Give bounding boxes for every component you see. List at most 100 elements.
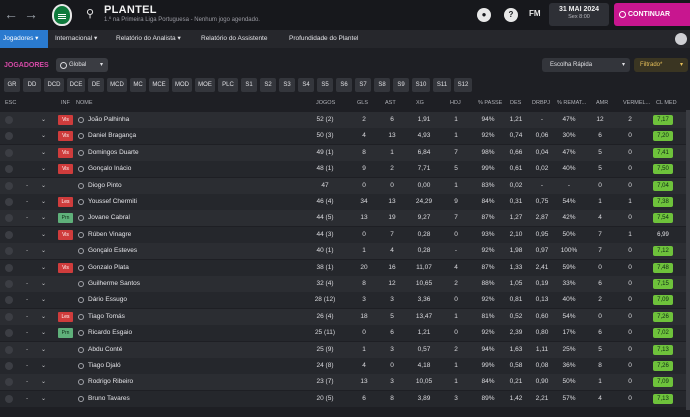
view-tab-s8[interactable]: S8 bbox=[374, 78, 390, 92]
player-name[interactable]: Gonçalo Esteves bbox=[88, 243, 137, 259]
table-row[interactable]: - ⌄ Gonçalo Esteves 40 (1) 1 4 0,28 - 92% 1,98 0,9… bbox=[0, 243, 686, 260]
column-header[interactable]: DES bbox=[510, 96, 521, 110]
chevron-down-icon[interactable]: ⌄ bbox=[41, 309, 46, 325]
table-row[interactable]: ⌄ Vis Domingos Duarte 49 (1) 8 1 6,84 7 98% 0,66 0… bbox=[0, 144, 686, 161]
continue-button[interactable]: CONTINUAR bbox=[614, 3, 690, 26]
table-row[interactable]: ⌄ Vis João Palhinha 52 (2) 2 6 1,91 1 94% 1,21 - 47… bbox=[0, 112, 686, 128]
select-radio[interactable] bbox=[5, 296, 13, 305]
menu-relatorio-analista[interactable]: Relatório do Analista ▾ bbox=[116, 30, 181, 48]
chevron-down-icon[interactable]: ⌄ bbox=[41, 161, 46, 177]
column-header[interactable]: XG bbox=[416, 96, 424, 110]
view-tab-plc[interactable]: PLC bbox=[218, 78, 238, 92]
scope-selector[interactable]: Global ▾ bbox=[56, 58, 108, 72]
view-tab-mcd[interactable]: MCD bbox=[107, 78, 127, 92]
select-radio[interactable] bbox=[5, 394, 13, 403]
view-tab-s5[interactable]: S5 bbox=[317, 78, 333, 92]
select-radio[interactable] bbox=[5, 214, 13, 223]
table-row[interactable]: - ⌄ Abdu Conté 25 (9) 1 3 0,57 2 94% 1,63 1,11 25% 5… bbox=[0, 341, 686, 358]
chevron-down-icon[interactable]: ⌄ bbox=[41, 227, 46, 243]
player-name[interactable]: Domingos Duarte bbox=[88, 145, 139, 161]
player-name[interactable]: Tiago Djaló bbox=[88, 358, 121, 374]
select-radio[interactable] bbox=[5, 181, 13, 190]
view-tab-mc[interactable]: MC bbox=[130, 78, 146, 92]
chevron-down-icon[interactable]: ⌄ bbox=[41, 358, 46, 374]
select-radio[interactable] bbox=[5, 165, 13, 174]
table-row[interactable]: - ⌄ Tiago Djaló 24 (8) 4 0 4,18 1 99% 0,58 0,08 36%… bbox=[0, 358, 686, 374]
player-name[interactable]: Gonçalo Inácio bbox=[88, 161, 131, 177]
column-header[interactable]: CL MED bbox=[656, 96, 677, 110]
view-tab-dd[interactable]: DD bbox=[23, 78, 41, 92]
select-radio[interactable] bbox=[5, 280, 13, 288]
select-radio[interactable] bbox=[5, 378, 13, 387]
column-header[interactable]: NOME bbox=[76, 96, 93, 110]
select-radio[interactable] bbox=[5, 148, 13, 157]
column-header[interactable]: % PASSE bbox=[478, 96, 502, 110]
column-header[interactable]: DRBPJ bbox=[532, 96, 550, 110]
help-icon[interactable]: ? bbox=[504, 8, 518, 22]
view-tab-s9[interactable]: S9 bbox=[393, 78, 409, 92]
view-tab-s10[interactable]: S10 bbox=[412, 78, 430, 92]
view-tab-mce[interactable]: MCE bbox=[149, 78, 169, 92]
menu-relatorio-assistente[interactable]: Relatório do Assistente bbox=[201, 30, 267, 48]
menu-profundidade[interactable]: Profundidade do Plantel bbox=[289, 30, 358, 48]
chevron-down-icon[interactable]: ⌄ bbox=[41, 145, 46, 161]
column-header[interactable]: HDJ bbox=[450, 96, 461, 110]
chevron-down-icon[interactable]: ⌄ bbox=[41, 325, 46, 341]
player-name[interactable]: Youssef Chermiti bbox=[88, 194, 137, 210]
chevron-down-icon[interactable]: ⌄ bbox=[41, 128, 46, 144]
view-tab-dce[interactable]: DCE bbox=[67, 78, 85, 92]
player-name[interactable]: Ricardo Esgaio bbox=[88, 325, 132, 341]
view-tab-mod[interactable]: MOD bbox=[172, 78, 192, 92]
table-row[interactable]: - ⌄ Rodrigo Ribeiro 23 (7) 13 3 10,05 1 84% 0,21 0… bbox=[0, 374, 686, 391]
column-header[interactable]: AST bbox=[385, 96, 396, 110]
player-name[interactable]: Guilherme Santos bbox=[88, 276, 140, 292]
select-radio[interactable] bbox=[5, 116, 13, 124]
view-tab-gr[interactable]: GR bbox=[4, 78, 20, 92]
chevron-down-icon[interactable]: ⌄ bbox=[41, 276, 46, 292]
view-tab-s6[interactable]: S6 bbox=[336, 78, 352, 92]
settings-icon[interactable] bbox=[675, 33, 687, 45]
view-tab-s12[interactable]: S12 bbox=[454, 78, 472, 92]
table-row[interactable]: - ⌄ Prn Jovane Cabral 44 (5) 13 19 9,27 7 87% 1,27… bbox=[0, 210, 686, 227]
select-radio[interactable] bbox=[5, 345, 13, 354]
column-header[interactable]: INF bbox=[61, 96, 70, 110]
column-header[interactable]: JOGOS bbox=[316, 96, 335, 110]
view-tab-s11[interactable]: S11 bbox=[433, 78, 451, 92]
back-arrow-icon[interactable]: ← bbox=[4, 6, 18, 22]
table-row[interactable]: ⌄ Vis Rúben Vinagre 44 (3) 0 7 0,28 0 93% 2,10 0,9… bbox=[0, 226, 686, 243]
table-row[interactable]: ⌄ Vis Daniel Bragança 50 (3) 4 13 4,93 1 92% 0,74… bbox=[0, 128, 686, 145]
player-name[interactable]: Rúben Vinagre bbox=[88, 227, 131, 243]
view-tab-de[interactable]: DE bbox=[88, 78, 104, 92]
player-name[interactable]: Dário Essugo bbox=[88, 292, 127, 308]
column-header[interactable]: VERMEL... bbox=[623, 96, 650, 110]
search-icon[interactable]: ⚲ bbox=[86, 7, 94, 20]
scrollbar[interactable] bbox=[686, 110, 690, 410]
table-row[interactable]: - ⌄ Dário Essugo 28 (12) 3 3 3,36 0 92% 0,81 0,13 4… bbox=[0, 292, 686, 309]
chevron-down-icon[interactable]: ⌄ bbox=[41, 260, 46, 276]
football-icon[interactable]: ● bbox=[477, 8, 491, 22]
player-name[interactable]: Gonzalo Plata bbox=[88, 260, 129, 276]
table-row[interactable]: - ⌄ Les Youssef Chermiti 46 (4) 34 13 24,29 9 84%… bbox=[0, 194, 686, 210]
column-header[interactable]: AMR bbox=[596, 96, 608, 110]
player-name[interactable]: Bruno Tavares bbox=[88, 391, 130, 407]
table-row[interactable]: ⌄ Vis Gonzalo Plata 38 (1) 20 16 11,07 4 87% 1,33… bbox=[0, 259, 686, 276]
table-row[interactable]: - ⌄ Diogo Pinto 47 0 0 0,00 1 83% 0,02 - - 0 0 7,04 bbox=[0, 177, 686, 194]
date-display[interactable]: 31 MAI 2024 Sex 8:00 bbox=[549, 3, 609, 26]
menu-jogadores[interactable]: Jogadores ▾ bbox=[0, 30, 48, 48]
view-tab-s7[interactable]: S7 bbox=[355, 78, 371, 92]
chevron-down-icon[interactable]: ⌄ bbox=[41, 194, 46, 210]
view-tab-s1[interactable]: S1 bbox=[241, 78, 257, 92]
table-row[interactable]: - ⌄ Prn Ricardo Esgaio 25 (11) 0 6 1,21 0 92% 2,39… bbox=[0, 325, 686, 342]
chevron-down-icon[interactable]: ⌄ bbox=[41, 112, 46, 128]
player-name[interactable]: Rodrigo Ribeiro bbox=[88, 374, 133, 390]
chevron-down-icon[interactable]: ⌄ bbox=[41, 342, 46, 358]
player-name[interactable]: Tiago Tomás bbox=[88, 309, 125, 325]
menu-internacional[interactable]: Internacional ▾ bbox=[55, 30, 97, 48]
view-tab-s3[interactable]: S3 bbox=[279, 78, 295, 92]
quick-pick-dropdown[interactable]: Escolha Rápida ▾ bbox=[542, 58, 630, 72]
chevron-down-icon[interactable]: ⌄ bbox=[41, 292, 46, 308]
filter-dropdown[interactable]: Filtrado* ▾ bbox=[634, 58, 688, 72]
view-tab-moe[interactable]: MOE bbox=[195, 78, 215, 92]
select-radio[interactable] bbox=[5, 230, 13, 239]
select-radio[interactable] bbox=[5, 132, 13, 141]
